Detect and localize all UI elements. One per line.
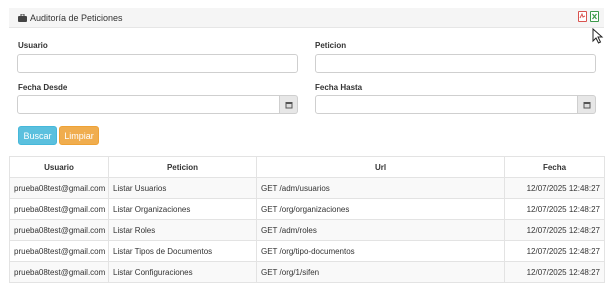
pdf-file-icon[interactable] xyxy=(578,11,587,22)
fecha-desde-label: Fecha Desde xyxy=(18,83,68,92)
calendar-icon[interactable] xyxy=(280,95,298,114)
search-button[interactable]: Buscar xyxy=(18,126,57,145)
excel-file-icon[interactable] xyxy=(590,11,599,22)
cell-usuario: prueba08test@gmail.com xyxy=(9,198,109,220)
cell-peticion: Listar Usuarios xyxy=(108,177,257,199)
peticion-input[interactable] xyxy=(315,54,596,73)
table-row[interactable]: prueba08test@gmail.com Listar Usuarios G… xyxy=(9,177,605,199)
table-header-row: Usuario Peticion Url Fecha xyxy=(9,156,605,178)
column-header-peticion[interactable]: Peticion xyxy=(108,156,257,178)
panel-header: Auditoría de Peticiones xyxy=(9,8,604,28)
cell-peticion: Listar Configuraciones xyxy=(108,261,257,283)
cell-fecha: 12/07/2025 12:48:27 xyxy=(504,219,605,241)
cell-usuario: prueba08test@gmail.com xyxy=(9,240,109,262)
panel-title-text: Auditoría de Peticiones xyxy=(30,13,123,23)
cell-url: GET /org/tipo-documentos xyxy=(256,240,505,262)
column-header-url[interactable]: Url xyxy=(256,156,505,178)
clear-button[interactable]: Limpiar xyxy=(59,126,99,145)
fecha-desde-input[interactable] xyxy=(17,95,280,114)
cell-fecha: 12/07/2025 12:48:27 xyxy=(504,177,605,199)
table-row[interactable]: prueba08test@gmail.com Listar Organizaci… xyxy=(9,198,605,220)
peticion-label: Peticion xyxy=(315,41,347,50)
cell-url: GET /adm/usuarios xyxy=(256,177,505,199)
cell-usuario: prueba08test@gmail.com xyxy=(9,219,109,241)
fecha-hasta-input[interactable] xyxy=(315,95,578,114)
usuario-input[interactable] xyxy=(17,54,298,73)
fecha-hasta-label: Fecha Hasta xyxy=(315,83,363,92)
cell-url: GET /adm/roles xyxy=(256,219,505,241)
cell-peticion: Listar Tipos de Documentos xyxy=(108,240,257,262)
mouse-cursor-icon xyxy=(592,27,604,44)
cell-fecha: 12/07/2025 12:48:27 xyxy=(504,240,605,262)
cell-peticion: Listar Organizaciones xyxy=(108,198,257,220)
column-header-usuario[interactable]: Usuario xyxy=(9,156,109,178)
briefcase-icon xyxy=(18,13,27,22)
usuario-label: Usuario xyxy=(18,41,48,50)
table-row[interactable]: prueba08test@gmail.com Listar Configurac… xyxy=(9,261,605,283)
fecha-hasta-field xyxy=(315,95,596,114)
audit-table: Usuario Peticion Url Fecha prueba08test@… xyxy=(9,156,605,283)
cell-usuario: prueba08test@gmail.com xyxy=(9,261,109,283)
cell-url: GET /org/organizaciones xyxy=(256,198,505,220)
cell-usuario: prueba08test@gmail.com xyxy=(9,177,109,199)
column-header-fecha[interactable]: Fecha xyxy=(504,156,605,178)
panel-title: Auditoría de Peticiones xyxy=(18,13,123,23)
cell-fecha: 12/07/2025 12:48:27 xyxy=(504,198,605,220)
table-row[interactable]: prueba08test@gmail.com Listar Tipos de D… xyxy=(9,240,605,262)
table-row[interactable]: prueba08test@gmail.com Listar Roles GET … xyxy=(9,219,605,241)
cell-fecha: 12/07/2025 12:48:27 xyxy=(504,261,605,283)
cell-url: GET /org/1/sifen xyxy=(256,261,505,283)
calendar-icon[interactable] xyxy=(578,95,596,114)
cell-peticion: Listar Roles xyxy=(108,219,257,241)
fecha-desde-field xyxy=(17,95,298,114)
